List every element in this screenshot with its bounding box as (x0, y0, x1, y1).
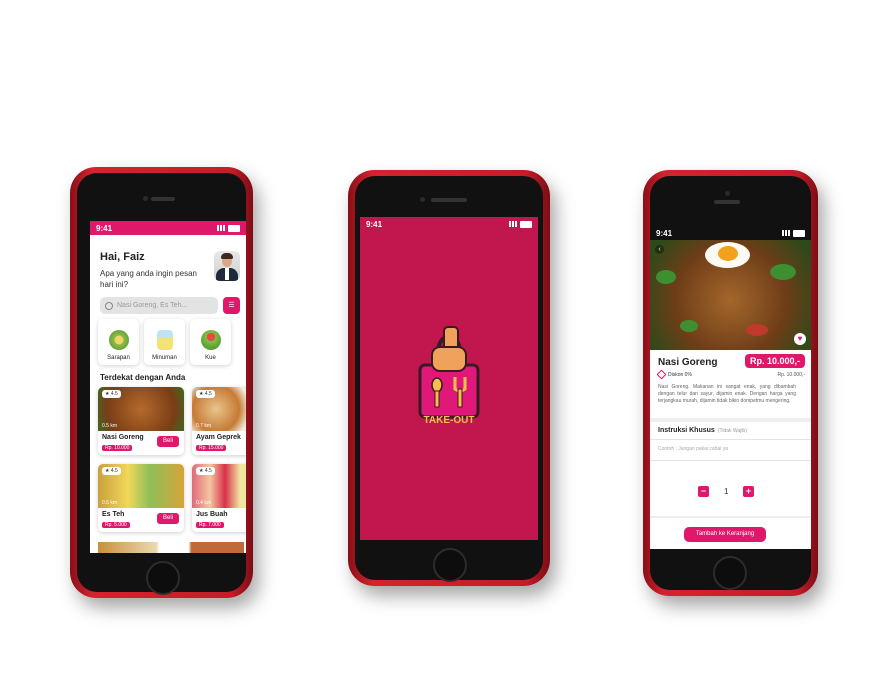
add-to-cart-button[interactable]: Tambah ke Keranjang (684, 527, 766, 542)
signal-icon (509, 221, 517, 227)
food-price: Rp. 5.000 (102, 522, 130, 528)
buy-button[interactable]: Beli (157, 436, 179, 447)
food-image: ★ 4.5 0.4 km (192, 464, 246, 508)
food-price: Rp. 15.000 (196, 445, 227, 451)
decrease-quantity-button[interactable]: − (698, 486, 709, 497)
battery-icon (793, 229, 805, 237)
phone-right: 9:41 ‹ ♥ Nasi Goreng Rp. 10.000,- Diskon… (643, 170, 818, 596)
tag-icon (656, 369, 667, 380)
category-label: Sarapan (107, 355, 130, 361)
food-image: ★ 4.5 0.5 km (98, 387, 184, 431)
phone-middle: 9:41 TAKE-OUT (348, 170, 550, 586)
section-divider (650, 418, 811, 422)
status-bar: 9:41 (360, 217, 538, 231)
food-image: ★ 4.5 0.5 km (98, 464, 184, 508)
search-icon (105, 301, 113, 310)
home-screen: 9:41 Hai, Faiz Apa yang anda ingin pesan… (90, 221, 246, 553)
avatar[interactable] (214, 251, 240, 281)
rating-badge: ★ 4.5 (102, 390, 121, 398)
food-price: Rp. 10.000 (102, 445, 133, 451)
avocado-icon (108, 330, 129, 350)
status-time: 9:41 (96, 223, 113, 233)
food-price: Rp. 7.000 (196, 522, 224, 528)
category-sarapan[interactable]: Sarapan (98, 319, 139, 365)
greeting: Hai, Faiz (100, 251, 145, 263)
category-kue[interactable]: Kue (190, 319, 231, 365)
food-image: ★ 4.5 0.7 km (192, 387, 246, 431)
section-title: Terdekat dengan Anda (100, 373, 186, 382)
instructions-title: Instruksi Khusus (Tidak Wajib) (658, 427, 747, 434)
filter-icon: ☰ (228, 302, 235, 309)
quantity-value: 1 (724, 487, 729, 496)
signal-icon (217, 225, 225, 231)
distance-label: 0.7 km (196, 423, 212, 429)
status-bar: 9:41 (650, 226, 811, 240)
filter-button[interactable]: ☰ (223, 297, 240, 314)
cake-icon (200, 330, 221, 350)
food-card[interactable]: ★ 4.5 0.7 km Ayam Geprek Rp. 15.000 (192, 387, 246, 455)
question-text: Apa yang anda ingin pesan hari ini? (100, 269, 197, 289)
front-camera (725, 191, 730, 196)
discount-label: Diskon 0% (668, 371, 692, 378)
search-input[interactable]: Nasi Goreng, Es Teh... (100, 297, 218, 314)
food-name: Ayam Geprek (196, 434, 241, 441)
earpiece (431, 198, 467, 202)
next-row-peek (98, 542, 244, 553)
rating-badge: ★ 4.5 (196, 467, 215, 475)
search-placeholder: Nasi Goreng, Es Teh... (117, 302, 188, 309)
increase-quantity-button[interactable]: + (743, 486, 754, 497)
status-bar: 9:41 (90, 221, 246, 235)
buy-button[interactable]: Beli (157, 513, 179, 524)
status-time: 9:41 (366, 219, 383, 229)
earpiece (714, 200, 740, 204)
back-icon[interactable]: ‹ (655, 245, 664, 254)
food-name: Nasi Goreng (102, 434, 144, 441)
distance-label: 0.5 km (102, 423, 118, 429)
app-logo-text: TAKE-OUT (423, 415, 475, 426)
drink-icon (156, 330, 173, 350)
splash-screen: 9:41 TAKE-OUT (360, 217, 538, 540)
phone-face: 9:41 Hai, Faiz Apa yang anda ingin pesan… (77, 173, 246, 595)
phone-left: 9:41 Hai, Faiz Apa yang anda ingin pesan… (70, 167, 253, 598)
battery-icon (520, 220, 532, 228)
front-camera (143, 196, 148, 201)
original-price: Rp. 10.000,- (777, 372, 805, 378)
discount-row: Diskon 0% (656, 369, 692, 380)
dish-name: Nasi Goreng (658, 357, 718, 368)
category-minuman[interactable]: Minuman (144, 319, 185, 365)
divider-line (650, 439, 811, 440)
dish-price: Rp. 10.000,- (744, 354, 805, 368)
food-card[interactable]: ★ 4.5 0.5 km Nasi Goreng Rp. 10.000 Beli (98, 387, 184, 455)
food-card[interactable]: ★ 4.5 0.4 km Jus Buah Rp. 7.000 (192, 464, 246, 532)
section-divider (650, 516, 811, 518)
category-list: Sarapan Minuman Kue (98, 319, 231, 365)
phone-face: 9:41 TAKE-OUT (355, 176, 543, 582)
dish-description: Nasi Goreng. Makanan ini sangat enak, ya… (658, 384, 796, 404)
earpiece (151, 197, 175, 201)
distance-label: 0.4 km (196, 500, 212, 506)
front-camera (420, 197, 425, 202)
signal-icon (782, 230, 790, 236)
food-name: Jus Buah (196, 511, 228, 518)
favorite-heart-icon[interactable]: ♥ (794, 333, 806, 345)
rating-badge: ★ 4.5 (196, 390, 215, 398)
food-name: Es Teh (102, 511, 125, 518)
category-label: Kue (205, 355, 216, 361)
detail-screen: 9:41 ‹ ♥ Nasi Goreng Rp. 10.000,- Diskon… (650, 226, 811, 549)
instructions-optional: (Tidak Wajib) (717, 428, 747, 434)
divider-line (650, 460, 811, 461)
home-button[interactable] (146, 561, 180, 595)
phone-face: 9:41 ‹ ♥ Nasi Goreng Rp. 10.000,- Diskon… (650, 176, 811, 590)
home-button[interactable] (713, 556, 747, 590)
rating-badge: ★ 4.5 (102, 467, 121, 475)
category-label: Minuman (152, 355, 177, 361)
battery-icon (228, 224, 240, 232)
distance-label: 0.5 km (102, 500, 118, 506)
home-button[interactable] (433, 548, 467, 582)
food-card[interactable]: ★ 4.5 0.5 km Es Teh Rp. 5.000 Beli (98, 464, 184, 532)
dish-image: ‹ ♥ (650, 240, 811, 350)
instructions-input[interactable]: Contoh : Jangan pakai cabai ya (658, 446, 728, 452)
takeout-bag-icon (418, 326, 480, 419)
status-time: 9:41 (656, 228, 673, 238)
